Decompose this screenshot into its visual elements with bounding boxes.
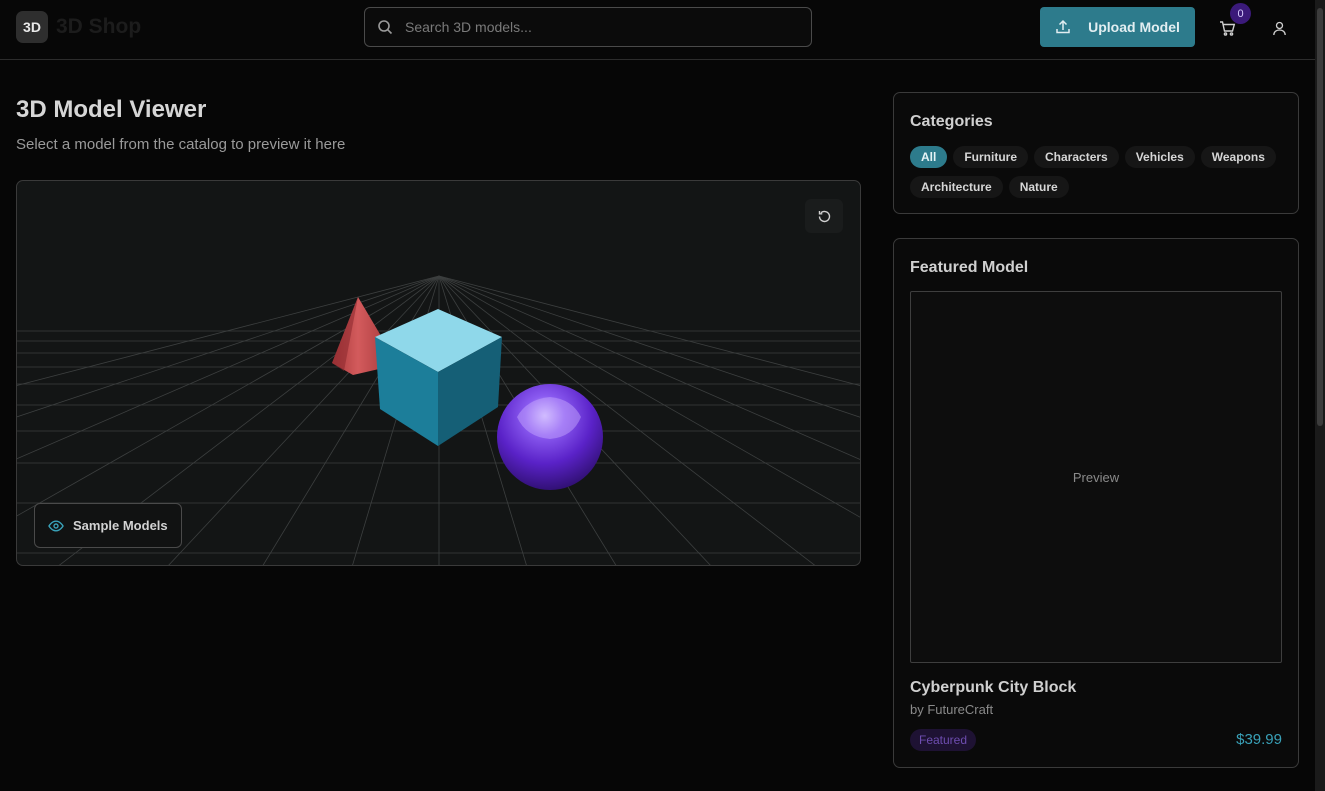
sample-models-label: Sample Models [73,518,168,533]
category-chip-furniture[interactable]: Furniture [953,146,1029,168]
cart-icon [1219,20,1235,36]
featured-badge: Featured [910,729,977,751]
category-chip-architecture[interactable]: Architecture [910,176,1003,198]
preview-label: Preview [1072,469,1120,485]
category-chip-weapons[interactable]: Weapons [1200,146,1276,168]
cart-count-badge: 0 [1230,3,1251,24]
sphere-model [497,384,603,490]
categories-card: Categories All Furniture Characters Vehi… [893,92,1299,214]
featured-model-card: Featured Model Preview Cyberpunk City Bl… [893,238,1299,768]
page-subtitle: Select a model from the catalog to previ… [16,136,346,153]
category-chip-vehicles[interactable]: Vehicles [1124,146,1195,168]
sample-models-button[interactable]: Sample Models [34,503,182,548]
search-bar[interactable] [364,7,812,47]
search-icon [378,20,393,35]
app: 3D 3D Shop Upload Model 0 3 [0,0,1315,791]
logo[interactable]: 3D 3D Shop [16,11,141,43]
top-header: 3D 3D Shop Upload Model 0 [0,0,1315,60]
category-chip-all[interactable]: All [910,146,948,168]
featured-price: $39.99 [1236,731,1282,748]
upload-icon [1056,19,1070,34]
user-icon [1272,21,1286,35]
upload-model-label: Upload Model [1088,19,1180,35]
upload-model-button[interactable]: Upload Model [1040,7,1195,47]
search-input[interactable] [405,19,811,35]
logo-mark: 3D [16,11,48,43]
featured-model-author: by FutureCraft [910,702,994,717]
category-chips: All Furniture Characters Vehicles Weapon… [910,146,1290,198]
eye-icon [48,519,64,532]
rotate-ccw-icon [818,210,830,222]
user-account-button[interactable] [1264,13,1294,43]
category-chip-characters[interactable]: Characters [1034,146,1119,168]
scrollbar-thumb[interactable] [1317,8,1323,426]
page-scrollbar[interactable] [1315,0,1325,791]
featured-title: Featured Model [910,259,1029,276]
featured-preview[interactable]: Preview [910,291,1282,663]
category-chip-nature[interactable]: Nature [1008,176,1069,198]
model-viewer-canvas[interactable]: Sample Models [16,180,861,566]
page-title: 3D Model Viewer [16,96,207,123]
logo-text: 3D Shop [56,15,142,38]
reset-view-button[interactable] [805,199,843,233]
categories-title: Categories [910,113,993,130]
featured-model-name[interactable]: Cyberpunk City Block [910,679,1076,697]
